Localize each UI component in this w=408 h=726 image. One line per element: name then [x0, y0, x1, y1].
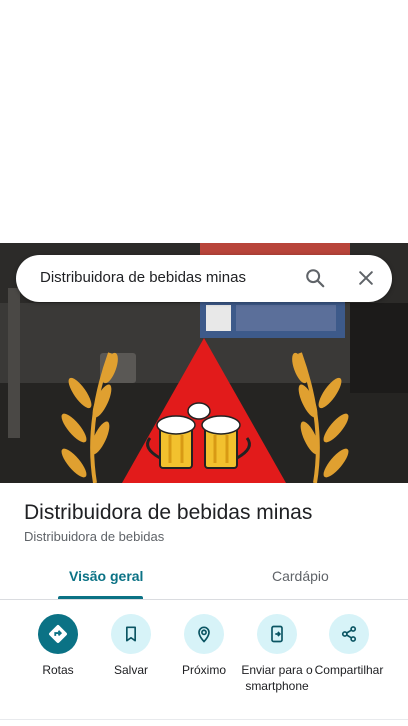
close-icon[interactable]	[356, 268, 376, 288]
share-button[interactable]: Compartilhar	[313, 614, 385, 678]
directions-icon	[49, 625, 67, 643]
tab-overview[interactable]: Visão geral	[69, 568, 143, 584]
tabs-divider	[0, 599, 408, 600]
send-to-phone-button[interactable]: Enviar para o smartphone	[241, 614, 313, 694]
send-to-phone-label: Enviar para o smartphone	[241, 663, 313, 693]
search-icon[interactable]	[304, 267, 326, 289]
search-input[interactable]: Distribuidora de bebidas minas	[40, 269, 246, 286]
send-to-phone-icon	[271, 625, 283, 643]
place-category[interactable]: Distribuidora de bebidas	[24, 529, 164, 544]
place-title: Distribuidora de bebidas minas	[24, 501, 313, 524]
nearby-icon	[198, 626, 210, 643]
nearby-button[interactable]: Próximo	[168, 614, 240, 678]
bottom-divider	[0, 719, 408, 720]
bookmark-icon	[126, 626, 136, 642]
directions-label: Rotas	[42, 663, 74, 677]
tab-menu[interactable]: Cardápio	[272, 568, 329, 584]
save-button[interactable]: Salvar	[95, 614, 167, 678]
directions-button[interactable]: Rotas	[22, 614, 94, 678]
nearby-label: Próximo	[181, 663, 226, 677]
share-icon	[341, 626, 357, 642]
save-label: Salvar	[113, 663, 148, 677]
search-bar[interactable]: Distribuidora de bebidas minas	[16, 255, 392, 302]
share-label: Compartilhar	[314, 663, 384, 677]
